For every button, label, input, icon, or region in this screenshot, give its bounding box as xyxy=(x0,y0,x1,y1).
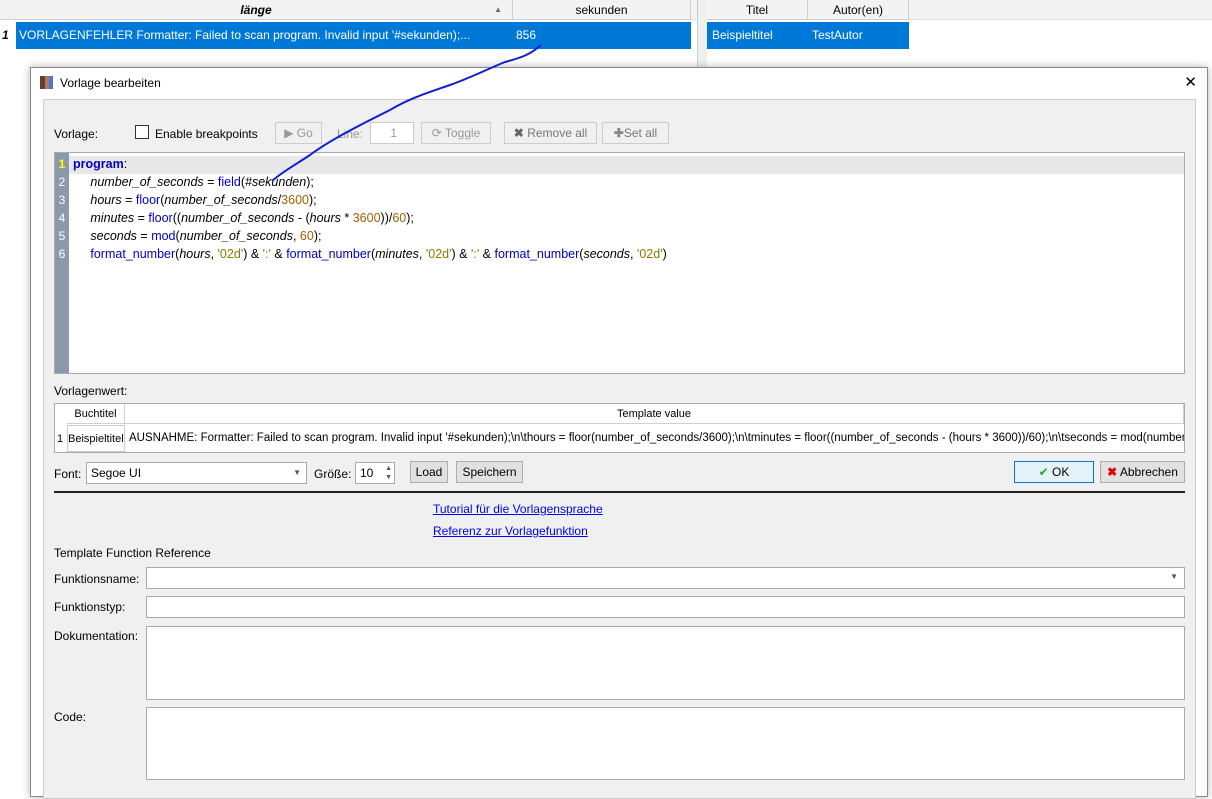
reference-link[interactable]: Referenz zur Vorlagefunktion xyxy=(433,524,588,538)
code-field[interactable] xyxy=(146,707,1185,780)
cancel-label: Abbrechen xyxy=(1119,465,1178,479)
line-number: 3 xyxy=(58,193,66,207)
documentation-label: Dokumentation: xyxy=(54,629,139,643)
line-number: 4 xyxy=(58,211,66,225)
function-type-label: Funktionstyp: xyxy=(54,600,126,614)
ok-button[interactable]: ✔ OK xyxy=(1014,461,1094,483)
line-spinner[interactable]: 1 xyxy=(370,122,414,144)
current-line-highlight xyxy=(69,156,1184,174)
x-icon: ✖ xyxy=(513,126,524,140)
chevron-down-icon: ▼ xyxy=(293,468,301,477)
edit-template-dialog: Vorlage bearbeiten ✕ Vorlage: Enable bre… xyxy=(30,67,1208,799)
line-value: 1 xyxy=(390,126,397,140)
function-name-select[interactable]: ▼ xyxy=(146,567,1185,589)
column-header-sekunden[interactable]: sekunden xyxy=(513,0,691,20)
table-row[interactable]: VORLAGENFEHLER Formatter: Failed to scan… xyxy=(16,22,691,49)
header-label: länge xyxy=(240,3,272,17)
template-value-table: Buchtitel Template value 1 Beispieltitel… xyxy=(54,403,1185,453)
column-header-laenge[interactable]: länge ▲ xyxy=(0,0,513,20)
row-number: 1 xyxy=(2,28,9,42)
code-line: minutes = floor((number_of_seconds - (ho… xyxy=(90,211,414,225)
books-icon xyxy=(40,76,53,89)
size-value: 10 xyxy=(360,466,374,480)
font-label: Font: xyxy=(54,467,82,481)
toggle-label: Toggle xyxy=(444,126,481,140)
line-number: 5 xyxy=(58,229,66,243)
line-number: 2 xyxy=(58,175,66,189)
column-header-titel[interactable]: Titel xyxy=(707,0,808,20)
table-row[interactable]: Beispieltitel TestAutor xyxy=(707,22,909,49)
cell-sekunden: 856 xyxy=(516,28,537,42)
function-name-label: Funktionsname: xyxy=(54,572,140,586)
save-button[interactable]: Speichern xyxy=(456,461,523,483)
code-line: seconds = mod(number_of_seconds, 60); xyxy=(90,229,322,243)
remove-all-label: Remove all xyxy=(527,126,588,140)
documentation-field[interactable] xyxy=(146,626,1185,700)
size-label: Größe: xyxy=(314,467,352,481)
vorlage-label: Vorlage: xyxy=(54,127,99,141)
go-button[interactable]: ▶ Go xyxy=(275,122,322,144)
enable-breakpoints-checkbox[interactable] xyxy=(135,125,149,139)
toggle-icon: ⟳ xyxy=(431,126,442,140)
divider xyxy=(54,491,1185,493)
enable-breakpoints-label: Enable breakpoints xyxy=(155,127,258,141)
cell-autor: TestAutor xyxy=(812,28,863,42)
plus-icon: ✚ xyxy=(613,126,624,140)
spinner-arrows-icon: ▲ ▼ xyxy=(385,465,392,481)
size-spinner[interactable]: 10 ▲ ▼ xyxy=(355,462,395,484)
line-number-gutter: 1 2 3 4 5 6 xyxy=(55,153,69,373)
dialog-body: Vorlage: Enable breakpoints ▶ Go Line: 1… xyxy=(43,99,1196,799)
vorlagenwert-label: Vorlagenwert: xyxy=(54,384,128,398)
play-icon: ▶ xyxy=(284,126,294,140)
code-label: Code: xyxy=(54,710,87,724)
go-label: Go xyxy=(296,126,313,140)
ok-label: OK xyxy=(1052,465,1070,479)
line-number: 6 xyxy=(58,247,66,261)
code-line: number_of_seconds = field(#sekunden); xyxy=(90,175,314,189)
font-value: Segoe UI xyxy=(91,466,142,480)
x-icon: ✖ xyxy=(1107,465,1118,479)
line-number: 1 xyxy=(58,157,66,171)
line-label: Line: xyxy=(337,127,364,141)
remove-all-button[interactable]: ✖ Remove all xyxy=(504,122,597,144)
sort-arrow-icon: ▲ xyxy=(494,5,502,14)
dialog-title: Vorlage bearbeiten xyxy=(60,76,161,90)
close-icon[interactable]: ✕ xyxy=(1184,73,1197,91)
set-all-label: Set all xyxy=(623,126,658,140)
code-line: program: xyxy=(73,157,128,171)
code-line: format_number(hours, '02d') & ':' & form… xyxy=(90,247,667,261)
function-reference-heading: Template Function Reference xyxy=(54,546,211,560)
load-button[interactable]: Load xyxy=(410,461,448,483)
function-type-field[interactable] xyxy=(146,596,1185,618)
column-header-template-value[interactable]: Template value xyxy=(125,404,1184,424)
code-line: hours = floor(number_of_seconds/3600); xyxy=(90,193,317,207)
cell-buchtitel[interactable]: Beispieltitel xyxy=(67,425,125,452)
set-all-button[interactable]: ✚Set all xyxy=(602,122,669,144)
column-header-autor[interactable]: Autor(en) xyxy=(808,0,909,20)
toggle-button[interactable]: ⟳ Toggle xyxy=(421,122,491,144)
template-code-editor[interactable]: 1 2 3 4 5 6 program: number_of_seconds =… xyxy=(54,152,1185,374)
column-header-buchtitel[interactable]: Buchtitel xyxy=(67,404,125,424)
row-number: 1 xyxy=(57,433,64,445)
cancel-button[interactable]: ✖ Abbrechen xyxy=(1100,461,1185,483)
chevron-down-icon: ▼ xyxy=(1170,572,1178,581)
cell-laenge: VORLAGENFEHLER Formatter: Failed to scan… xyxy=(19,28,471,42)
tutorial-link[interactable]: Tutorial für die Vorlagensprache xyxy=(433,502,603,516)
cell-template-value[interactable]: AUSNAHME: Formatter: Failed to scan prog… xyxy=(127,425,1184,452)
font-select[interactable]: Segoe UI ▼ xyxy=(86,462,307,484)
check-icon: ✔ xyxy=(1038,465,1049,479)
cell-titel: Beispieltitel xyxy=(712,28,773,42)
